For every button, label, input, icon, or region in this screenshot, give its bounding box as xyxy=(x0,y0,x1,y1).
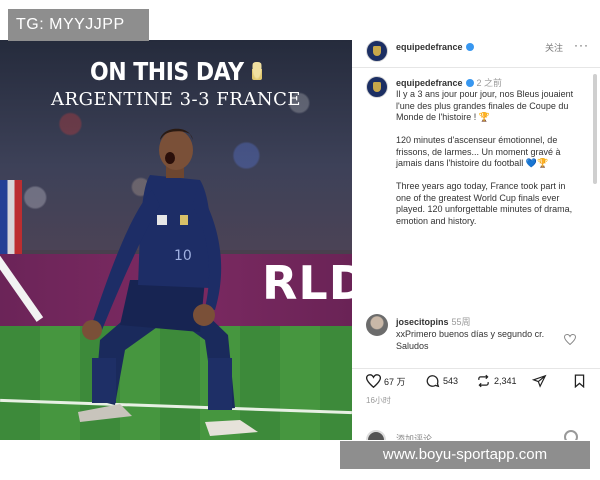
caption-text: Il y a 3 ans jour pour jour, nos Bleus j… xyxy=(396,89,574,226)
repost-icon xyxy=(478,374,489,388)
follow-button[interactable]: 关注 xyxy=(545,41,563,54)
post-date: 16小时 xyxy=(366,396,391,405)
next-post-preview[interactable]: 添加评论... xyxy=(352,426,600,440)
headline: ON THIS DAY ARGENTINE 3-3 FRANCE xyxy=(0,58,352,110)
next-post-avatar xyxy=(366,430,386,440)
comment-like-icon[interactable] xyxy=(564,334,576,345)
save-button[interactable] xyxy=(572,374,590,388)
comment-icon xyxy=(426,375,440,388)
footer-watermark: www.boyu-sportapp.com xyxy=(340,441,590,469)
svg-text:10: 10 xyxy=(174,248,192,264)
watermark-tag: TG: MYYJJPP xyxy=(8,9,149,41)
account-name: equipedefrance xyxy=(396,42,463,52)
repost-count: 2,341 xyxy=(494,376,517,386)
repost-button[interactable]: 2,341 xyxy=(476,374,517,388)
send-icon xyxy=(532,374,547,388)
account-avatar[interactable] xyxy=(366,40,388,62)
comment-count: 543 xyxy=(443,376,459,386)
like-button[interactable]: 67 万 xyxy=(366,374,406,388)
comment-avatar[interactable] xyxy=(366,314,388,336)
headline-score: ARGENTINE 3-3 FRANCE xyxy=(51,89,301,110)
post-photo[interactable]: RLD'S T 10 xyxy=(0,40,352,440)
more-options-icon[interactable]: ··· xyxy=(574,38,589,52)
post-header: equipedefrance 关注 ··· xyxy=(352,38,600,68)
comments-scroll-area[interactable]: equipedefrance 2 之前 Il y a 3 ans jour pou… xyxy=(352,68,592,392)
verified-badge-icon xyxy=(465,43,474,51)
comment-button[interactable]: 543 xyxy=(425,374,458,388)
post-details-panel: equipedefrance 关注 ··· equipedefrance 2 之前… xyxy=(352,38,600,440)
caption-avatar[interactable] xyxy=(366,76,388,98)
trophy-icon xyxy=(251,62,262,80)
comment-time: 55周 xyxy=(451,317,471,327)
next-post-icon xyxy=(564,430,578,440)
action-bar: 67 万 543 2,341 xyxy=(352,368,600,392)
caption-author[interactable]: equipedefrance 2 之前 xyxy=(396,76,502,89)
heart-icon xyxy=(366,374,381,388)
bookmark-icon xyxy=(574,374,585,388)
instagram-post: RLD'S T 10 xyxy=(0,38,600,440)
send-button[interactable] xyxy=(532,374,550,388)
comment-text: xxPrimero buenos días y segundo cr. Salu… xyxy=(396,329,545,351)
scrollbar[interactable] xyxy=(593,74,597,184)
verified-badge-icon xyxy=(465,79,474,87)
comment-author[interactable]: josecitopins 55周 xyxy=(396,315,471,328)
comment-author-name: josecitopins xyxy=(396,317,449,327)
caption-author-name: equipedefrance xyxy=(396,78,463,88)
caption-time: 2 之前 xyxy=(476,78,503,88)
headline-title: ON THIS DAY xyxy=(90,58,244,87)
account-name-link[interactable]: equipedefrance xyxy=(396,42,474,52)
like-count: 67 万 xyxy=(384,376,406,387)
next-post-name: 添加评论... xyxy=(396,434,440,440)
